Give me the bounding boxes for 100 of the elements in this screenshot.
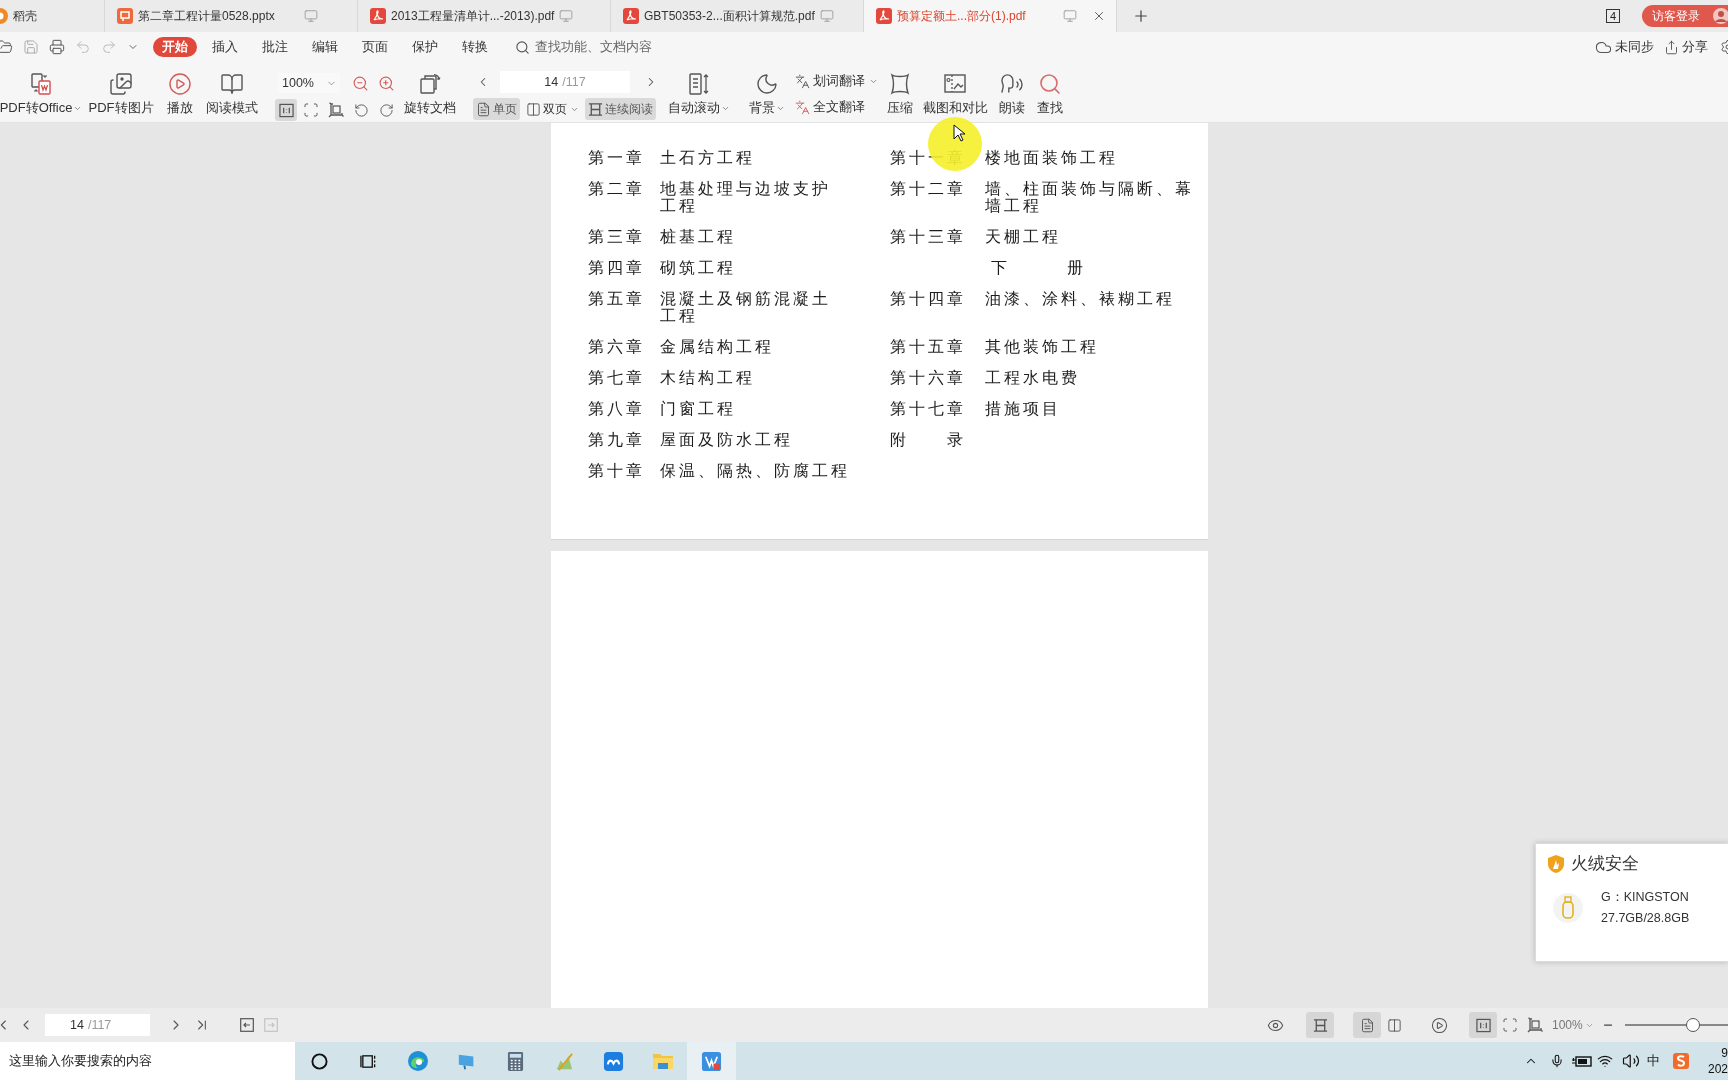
slides-file-icon[interactable]: [117, 8, 133, 24]
volume-icon[interactable]: [1622, 1052, 1640, 1070]
zoom-out-icon[interactable]: [352, 74, 369, 92]
zoom-in-icon[interactable]: [378, 74, 395, 92]
window-count[interactable]: 4: [1605, 9, 1620, 23]
microphone-icon[interactable]: [1550, 1053, 1564, 1069]
avatar-icon[interactable]: [1710, 5, 1728, 27]
chapter-title: 混凝土及钢筋混凝土 工程: [660, 290, 831, 324]
compress-icon[interactable]: [888, 72, 912, 96]
read-mode-button[interactable]: 阅读模式: [204, 68, 260, 120]
screenshot-icon[interactable]: [943, 72, 967, 96]
auto-scroll-button[interactable]: 自动滚动: [666, 68, 732, 120]
pdf-app-icon[interactable]: [701, 1050, 722, 1072]
find-button[interactable]: 查找: [1032, 68, 1068, 120]
task-view-icon[interactable]: [360, 1052, 377, 1070]
chapter-title: 措施项目: [985, 400, 1061, 417]
close-icon[interactable]: [1092, 9, 1106, 23]
pdf-file-icon[interactable]: [623, 8, 639, 24]
clock-time: 9: [1721, 1045, 1728, 1061]
continuous-scroll-icon[interactable]: [588, 101, 603, 117]
zoom-slider[interactable]: [1625, 1018, 1728, 1032]
rotate-left-icon[interactable]: [353, 102, 369, 118]
chapter-number: 第十五章: [890, 338, 966, 355]
auto-scroll-icon[interactable]: [687, 72, 711, 96]
document-convert-icon[interactable]: [29, 72, 53, 96]
new-tab-icon[interactable]: [1132, 7, 1150, 25]
cloud-app-icon[interactable]: [603, 1050, 624, 1072]
menu-tab[interactable]: 页面: [362, 37, 388, 57]
translate-icon[interactable]: [795, 99, 810, 115]
word-translate-button[interactable]: 划词翻译: [795, 71, 881, 91]
view-mode-button[interactable]: 单页: [473, 98, 520, 120]
read-aloud-button[interactable]: 朗读: [994, 68, 1030, 120]
wifi-icon[interactable]: [1597, 1053, 1613, 1069]
pdf-to-office-button[interactable]: PDF转Office: [0, 68, 82, 120]
taskbar-search-field[interactable]: 这里输入你要搜索的内容: [0, 1042, 295, 1080]
view-mode-button[interactable]: [1306, 1012, 1334, 1038]
translate-icon[interactable]: [795, 73, 810, 89]
single-page-icon[interactable]: [1359, 1017, 1375, 1033]
view-mode-button[interactable]: 连续阅读: [585, 98, 656, 120]
compress-button[interactable]: 压缩: [882, 68, 918, 120]
input-method-icon[interactable]: [1672, 1052, 1690, 1070]
chapter-title: 木结构工程: [660, 369, 755, 386]
pdf-file-icon[interactable]: [876, 8, 892, 24]
double-page-icon[interactable]: [1386, 1017, 1402, 1033]
chapter-title: 地基处理与边坡支护 工程: [660, 180, 831, 214]
ring-icon[interactable]: [311, 1052, 328, 1070]
page-field[interactable]: 14 /117: [45, 1014, 150, 1036]
menu-tab[interactable]: 开始: [153, 37, 197, 57]
print-icon[interactable]: [49, 39, 65, 55]
login-button[interactable]: 访客登录: [1642, 5, 1710, 27]
actual-size-icon[interactable]: [1475, 1017, 1491, 1033]
chapter-title: 保温、隔热、防腐工程: [660, 462, 850, 479]
screenshot-compare-button[interactable]: 截图和对比: [922, 68, 988, 120]
pdf-file-icon[interactable]: [370, 8, 386, 24]
tab[interactable]: 预算定额土...部分(1).pdf: [864, 0, 1117, 32]
image-file-icon[interactable]: [109, 72, 133, 96]
rotate-right-icon[interactable]: [378, 102, 394, 118]
double-page-icon[interactable]: [526, 101, 541, 117]
share-icon[interactable]: [1664, 39, 1679, 55]
speech-icon[interactable]: [1000, 72, 1024, 96]
calculator-icon[interactable]: [507, 1050, 524, 1072]
cursor-icon: [953, 124, 965, 142]
play-button[interactable]: 播放: [162, 68, 198, 120]
zoom-dropdown[interactable]: 100%: [1552, 1016, 1596, 1034]
menu-tab[interactable]: 转换: [462, 37, 488, 57]
book-icon[interactable]: [220, 72, 244, 96]
menu-tab[interactable]: 编辑: [312, 37, 338, 57]
pdf-to-image-button[interactable]: PDF转图片: [82, 68, 160, 120]
search-field[interactable]: 查找功能、文档内容: [515, 36, 652, 58]
share-button[interactable]: 分享: [1682, 37, 1708, 57]
folder-icon[interactable]: [651, 1051, 674, 1071]
chapter-number: 第三章: [588, 228, 645, 245]
continuous-scroll-icon[interactable]: [1312, 1017, 1328, 1033]
play-icon[interactable]: [168, 72, 192, 96]
moon-icon[interactable]: [755, 72, 779, 96]
sync-status[interactable]: 未同步: [1615, 37, 1654, 57]
folder-icon[interactable]: [0, 39, 13, 55]
fit-mode-button[interactable]: [1469, 1012, 1497, 1038]
view-mode-button[interactable]: 双页: [523, 98, 582, 120]
fit-width-icon[interactable]: [1527, 1017, 1543, 1033]
menu-tab[interactable]: 批注: [262, 37, 288, 57]
search-icon[interactable]: [515, 39, 530, 55]
search-icon[interactable]: [1038, 72, 1062, 96]
background-button[interactable]: 背景: [745, 68, 789, 120]
chapter-number: 第九章: [588, 431, 645, 448]
volume-heading: 下 册: [990, 259, 1086, 276]
chapter-title: 土石方工程: [660, 149, 755, 166]
rotate-document-icon[interactable]: [418, 72, 442, 96]
play-icon[interactable]: [1430, 1016, 1448, 1034]
menu-tab[interactable]: 插入: [212, 37, 238, 57]
page-field[interactable]: 14 /117: [500, 71, 630, 93]
input-method-indicator[interactable]: 中: [1646, 1051, 1660, 1071]
slider-thumb[interactable]: [1685, 1018, 1700, 1032]
browser-icon[interactable]: [406, 1050, 429, 1072]
rotate-document-button[interactable]: 旋转文档: [402, 68, 458, 120]
single-page-icon[interactable]: [476, 101, 491, 117]
menu-tab[interactable]: 保护: [412, 37, 438, 57]
full-translate-button[interactable]: 全文翻译: [795, 97, 881, 117]
battery-icon[interactable]: [1572, 1054, 1592, 1068]
view-mode-button[interactable]: [1353, 1012, 1381, 1038]
